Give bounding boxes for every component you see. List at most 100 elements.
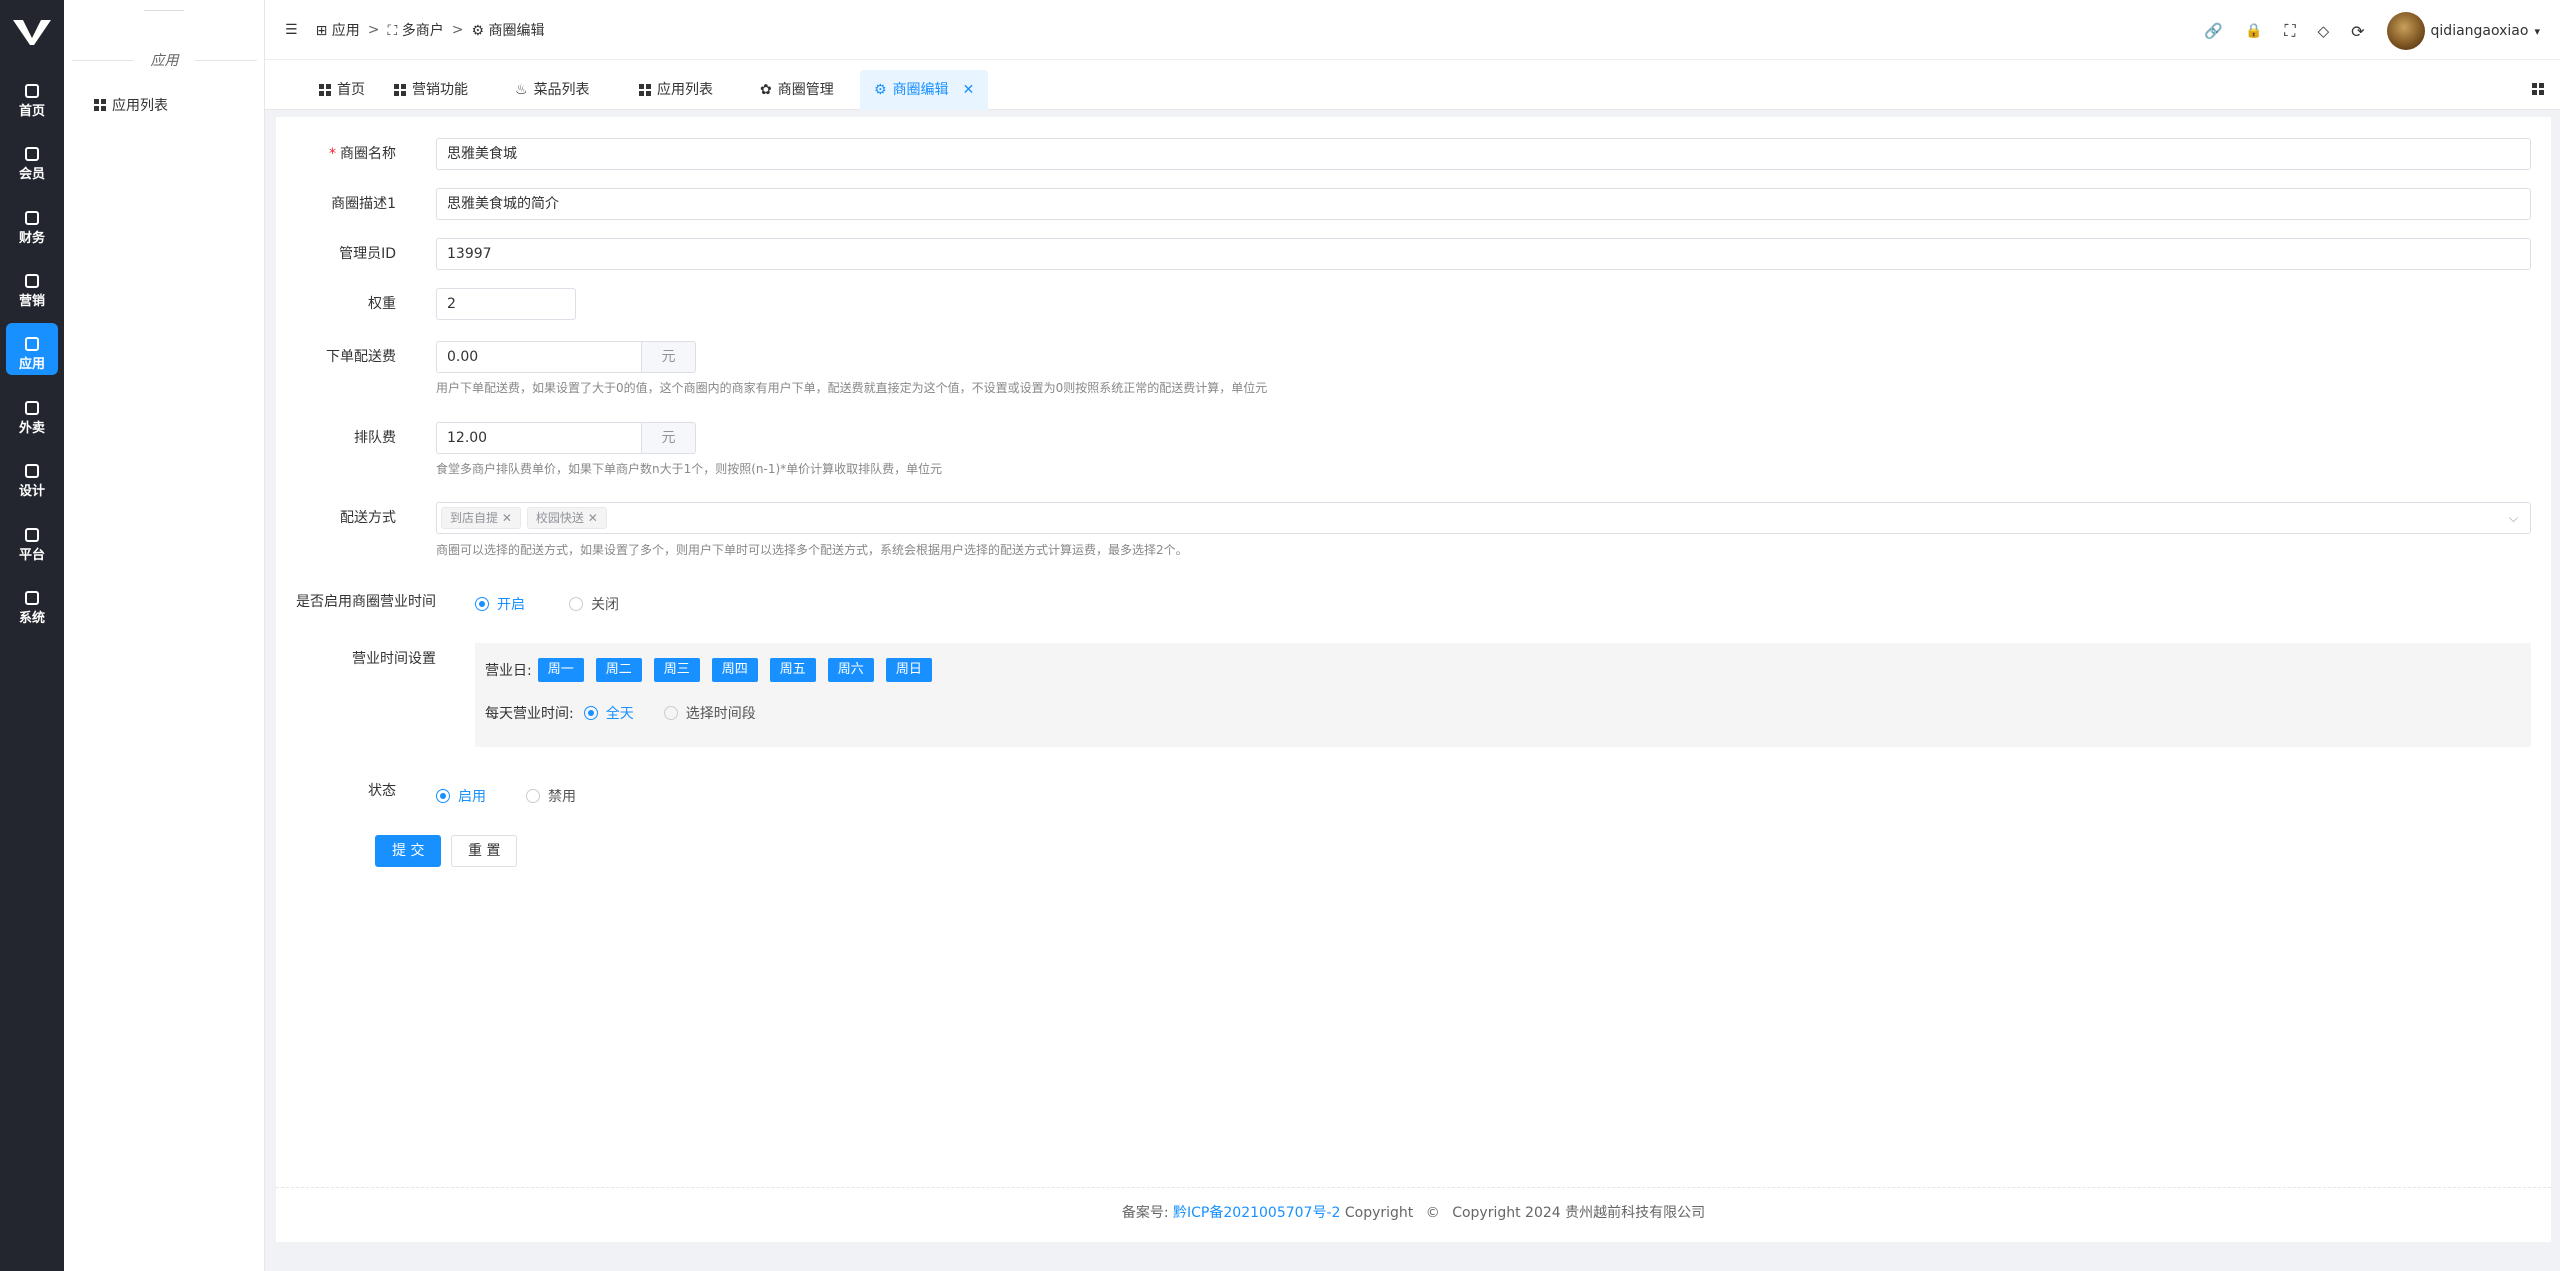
form-label: 排队费 (354, 430, 396, 446)
delivery-method-select[interactable]: 到店自提 ✕ 校园快送 ✕ ⌵ (436, 502, 2531, 534)
logo-icon[interactable] (13, 18, 51, 46)
sub-sidebar: 应用 应用列表 (64, 0, 265, 1271)
member-icon (25, 147, 39, 161)
rail-item-4[interactable]: 应用 (6, 323, 58, 375)
help-text: 用户下单配送费，如果设置了大于0的值，这个商圈内的商家有用户下单，配送费就直接定… (436, 381, 1268, 395)
gear-icon: ⚙ (874, 82, 887, 98)
sidebar-section-title: 应用 (64, 50, 265, 70)
daily-all-day-radio[interactable]: 全天 (583, 703, 634, 723)
breadcrumb-item-apps[interactable]: ⊞ 应用 (316, 20, 360, 40)
close-icon[interactable]: ✕ (502, 511, 512, 525)
help-text: 商圈可以选择的配送方式，如果设置了多个，则用户下单时可以选择多个配送方式，系统会… (436, 543, 1188, 557)
day-button-sun[interactable]: 周日 (885, 658, 932, 682)
tab-home[interactable]: 首页 (305, 70, 379, 110)
copyright-word: Copyright (1344, 1205, 1414, 1221)
grid-icon (94, 99, 106, 111)
sidebar-item-app-list[interactable]: 应用列表 (94, 95, 168, 115)
form-label: 配送方式 (340, 510, 396, 526)
reset-button[interactable]: 重 置 (451, 835, 518, 867)
form-label: 是否启用商圈营业时间 (296, 594, 436, 610)
takeout-icon (25, 401, 39, 415)
rail-item-label: 设计 (18, 484, 45, 499)
dish-icon: ♨ (515, 82, 528, 98)
rail-item-label: 应用 (18, 357, 45, 372)
rail-item-label: 外卖 (18, 421, 45, 436)
rail-item-0[interactable]: 首页 (6, 70, 58, 122)
business-hours-panel: 营业日: 周一 周二 周三 周四 周五 周六 周日 每天营业时间: 全天 选择时… (475, 643, 2531, 747)
daily-range-radio[interactable]: 选择时间段 (663, 703, 756, 723)
fullscreen-icon[interactable]: ⛶ (2284, 21, 2295, 41)
weight-input[interactable]: 2 (436, 288, 576, 320)
close-icon[interactable]: ✕ (588, 511, 598, 525)
tab-app-list[interactable]: 应用列表 (625, 70, 727, 110)
rail-item-label: 平台 (18, 548, 45, 563)
admin-id-input[interactable]: 13997 (436, 238, 2531, 270)
tab-district-edit[interactable]: ⚙ 商圈编辑 ✕ (860, 70, 989, 110)
edit-form: * 商圈名称 思雅美食城 商圈描述1 思雅美食城的简介 管理员ID 13997 权… (276, 117, 2551, 1242)
unit-addon: 元 (642, 422, 696, 454)
rail-item-7[interactable]: 平台 (6, 514, 58, 566)
unit-addon: 元 (642, 341, 696, 373)
collapse-menu-icon[interactable]: ☰ (285, 22, 298, 38)
grid-icon (394, 84, 406, 96)
day-button-thu[interactable]: 周四 (711, 658, 758, 682)
day-button-fri[interactable]: 周五 (769, 658, 816, 682)
lock-icon[interactable]: 🔒 (2245, 23, 2262, 39)
day-button-mon[interactable]: 周一 (537, 658, 584, 682)
status-radio-enabled[interactable]: 启用 (436, 786, 486, 806)
name-input[interactable]: 思雅美食城 (436, 138, 2531, 170)
link-icon[interactable]: 🔗 (2204, 22, 2223, 40)
day-button-wed[interactable]: 周三 (653, 658, 700, 682)
finance-icon (25, 211, 39, 225)
status-radio-disabled[interactable]: 禁用 (526, 786, 576, 806)
delivery-fee-input[interactable]: 0.00 (436, 341, 642, 373)
tabs-menu-icon[interactable] (2532, 76, 2544, 95)
gear-icon: ⚙ (471, 23, 485, 39)
form-label: 下单配送费 (326, 349, 396, 365)
chevron-down-icon: ⌵ (2508, 511, 2518, 525)
tab-district-manage[interactable]: ✿ 商圈管理 (746, 70, 848, 110)
rail-item-5[interactable]: 外卖 (6, 387, 58, 439)
hours-enable-radio-off[interactable]: 关闭 (569, 594, 619, 614)
main-rail: 首页会员财务营销应用外卖设计平台系统 (0, 0, 64, 1271)
grid-icon (319, 84, 331, 96)
description-input[interactable]: 思雅美食城的简介 (436, 188, 2531, 220)
form-label: * 商圈名称 (329, 146, 396, 162)
rail-item-2[interactable]: 财务 (6, 197, 58, 249)
form-label: 商圈描述1 (331, 196, 396, 212)
icp-link[interactable]: 黔ICP备2021005707号-2 (1173, 1205, 1340, 1221)
queue-fee-input[interactable]: 12.00 (436, 422, 642, 454)
apps-icon: ⊞ (315, 23, 328, 39)
breadcrumb: ☰ ⊞ 应用 > ⛶ 多商户 > ⚙ 商圈编辑 (285, 20, 545, 40)
system-icon (25, 591, 39, 605)
form-row-name: * 商圈名称 (276, 138, 396, 170)
user-menu[interactable]: qidiangaoxiao ▾ (2386, 12, 2540, 50)
day-button-sat[interactable]: 周六 (827, 658, 874, 682)
rail-item-3[interactable]: 营销 (6, 260, 58, 312)
submit-button[interactable]: 提 交 (375, 835, 442, 867)
breadcrumb-item-multi-merchant[interactable]: ⛶ 多商户 (387, 20, 443, 40)
form-label: 权重 (368, 296, 396, 312)
copyright-icon: © (1425, 1205, 1440, 1221)
rail-item-8[interactable]: 系统 (6, 577, 58, 629)
daily-hours-label: 每天营业时间: (485, 706, 574, 722)
tab-marketing[interactable]: 营销功能 (380, 70, 482, 110)
form-label: 营业时间设置 (352, 651, 436, 667)
platform-icon (25, 528, 39, 542)
page-footer: 备案号: 黔ICP备2021005707号-2 Copyright © Copy… (276, 1187, 2551, 1242)
rail-item-1[interactable]: 会员 (6, 133, 58, 185)
chevron-down-icon: ▾ (2534, 24, 2540, 38)
home-icon (25, 84, 39, 98)
refresh-icon[interactable]: ⟳ (2351, 22, 2364, 41)
close-icon[interactable]: ✕ (963, 70, 975, 110)
tab-dish-list[interactable]: ♨ 菜品列表 (501, 70, 604, 110)
copyright-text: Copyright 2024 贵州越前科技有限公司 (1452, 1205, 1706, 1221)
hours-enable-radio-on[interactable]: 开启 (475, 594, 525, 614)
rail-item-6[interactable]: 设计 (6, 450, 58, 502)
business-days-label: 营业日: (485, 663, 532, 679)
header-tools: 🔗 🔒 ⛶ ◇ ⟳ qidiangaoxiao ▾ (2204, 12, 2540, 50)
top-header: ☰ ⊞ 应用 > ⛶ 多商户 > ⚙ 商圈编辑 🔗 🔒 ⛶ ◇ ⟳ qidian… (265, 0, 2560, 60)
skin-icon[interactable]: ◇ (2318, 22, 2330, 40)
design-icon (25, 464, 39, 478)
day-button-tue[interactable]: 周二 (595, 658, 642, 682)
